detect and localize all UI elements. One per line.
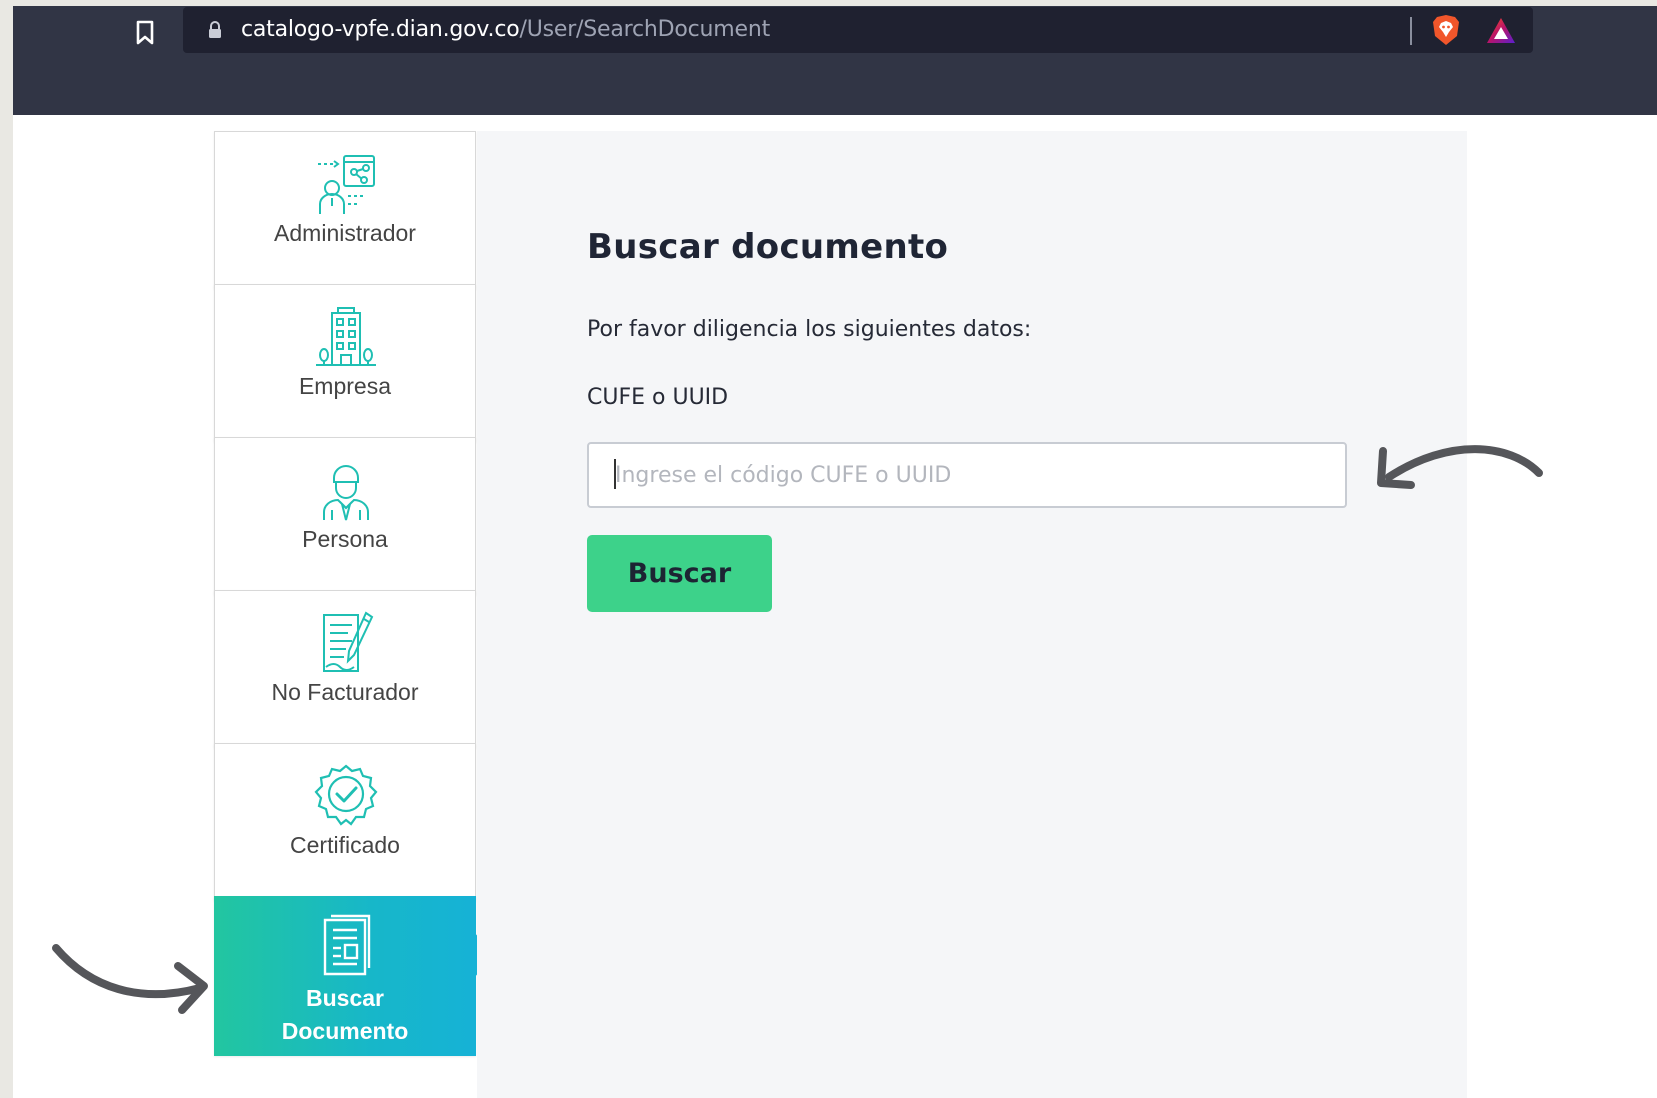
- brave-rewards-icon[interactable]: [1485, 16, 1517, 46]
- search-button[interactable]: Buscar: [587, 535, 772, 612]
- url-path: /User/SearchDocument: [519, 17, 771, 42]
- screenshot: catalogo-vpfe.dian.gov.co/User/SearchDoc…: [0, 0, 1657, 1098]
- annotation-arrow-icon: [1377, 445, 1543, 489]
- certificate-badge-icon: [314, 764, 378, 826]
- sidebar-item-persona[interactable]: Persona: [214, 437, 476, 595]
- administrator-icon: [318, 155, 375, 214]
- bookmark-icon[interactable]: [135, 20, 155, 46]
- document-pen-icon: [323, 611, 374, 672]
- sidebar-item-empresa[interactable]: Empresa: [214, 284, 476, 442]
- sidebar-item-label: Empresa: [298, 373, 392, 399]
- instructions-text: Por favor diligencia los siguientes dato…: [587, 317, 1032, 342]
- page-title: Buscar documento: [587, 227, 949, 267]
- cufe-input[interactable]: [587, 442, 1347, 508]
- lock-icon[interactable]: [207, 21, 223, 39]
- sidebar-item-label: Buscar Documento: [214, 982, 476, 1048]
- sidebar-item-label: Certificado: [290, 832, 400, 858]
- sidebar-item-label-line2: Documento: [281, 1018, 409, 1044]
- search-document-icon: [323, 914, 371, 976]
- person-icon: [323, 465, 369, 521]
- page-content: Administrador Empresa Persona No Factura…: [13, 115, 1657, 1098]
- url-text[interactable]: catalogo-vpfe.dian.gov.co/User/SearchDoc…: [241, 17, 770, 42]
- browser-toolbar: catalogo-vpfe.dian.gov.co/User/SearchDoc…: [13, 0, 1657, 115]
- sidebar-item-certificado[interactable]: Certificado: [214, 743, 476, 901]
- toolbar-divider: [1410, 17, 1412, 45]
- sidebar-item-label-line1: Buscar: [306, 985, 384, 1011]
- brave-shields-icon[interactable]: [1431, 14, 1461, 46]
- sidebar-menu: Administrador Empresa Persona No Factura…: [214, 131, 493, 1098]
- left-margin: [0, 0, 13, 1098]
- sidebar-item-label: No Facturador: [271, 679, 419, 705]
- text-caret: [614, 459, 616, 489]
- sidebar-item-no-facturador[interactable]: No Facturador: [214, 590, 476, 748]
- sidebar-item-label: Persona: [302, 526, 388, 552]
- cufe-field-label: CUFE o UUID: [587, 385, 729, 410]
- building-icon: [316, 307, 376, 366]
- search-document-panel: Buscar documento Por favor diligencia lo…: [477, 131, 1467, 1098]
- sidebar-item-administrador[interactable]: Administrador: [214, 131, 476, 289]
- annotation-arrow-icon: [52, 944, 208, 1014]
- sidebar-item-buscar-documento[interactable]: Buscar Documento: [214, 896, 493, 1056]
- sidebar-item-label: Administrador: [274, 220, 416, 246]
- url-domain: catalogo-vpfe.dian.gov.co: [241, 17, 520, 42]
- address-bar[interactable]: catalogo-vpfe.dian.gov.co/User/SearchDoc…: [183, 7, 1533, 53]
